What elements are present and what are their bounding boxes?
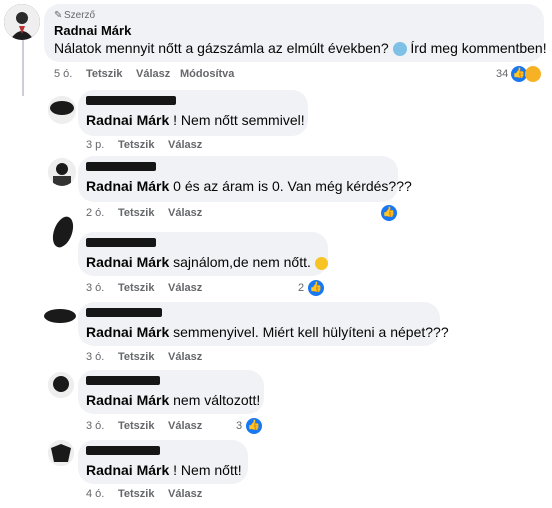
person-silhouette-icon xyxy=(52,216,74,248)
reply-time[interactable]: 3 ó. xyxy=(86,282,104,294)
reply-reply-button[interactable]: Válasz xyxy=(168,351,202,363)
reply-like-button[interactable]: Tetszik xyxy=(118,282,154,294)
redacted-name xyxy=(86,162,156,171)
person-silhouette-icon xyxy=(48,96,76,124)
reply-reply-button[interactable]: Válasz xyxy=(168,420,202,432)
reply-meta: 4 ó. Tetszik Válasz xyxy=(86,488,286,502)
sad-face-icon xyxy=(392,42,407,57)
reply-meta: 3 p. Tetszik Válasz xyxy=(86,139,286,153)
post-reaction-count: 34 xyxy=(496,68,509,80)
author-badge: ✎ Szerző xyxy=(54,10,96,21)
post-text: Nálatok mennyit nőtt a gázszámla az elmú… xyxy=(54,40,547,57)
reply-reply-button[interactable]: Válasz xyxy=(168,207,202,219)
commenter-avatar[interactable] xyxy=(48,96,76,124)
post-bubble: ✎ Szerző Radnai Márk Nálatok mennyit nőtt… xyxy=(44,4,547,62)
redacted-name xyxy=(86,96,176,105)
post-like-button[interactable]: Tetszik xyxy=(86,68,122,80)
thread-line xyxy=(22,36,24,96)
redacted-name xyxy=(86,376,160,385)
reply-meta: 3 ó. Tetszik Válasz 3 👍 xyxy=(86,418,286,436)
reply-reaction-count: 3 xyxy=(236,420,243,432)
mention-link[interactable]: Radnai Márk xyxy=(86,392,169,408)
reply-time[interactable]: 4 ó. xyxy=(86,488,104,500)
reply-text: Radnai Márk 0 és az áram is 0. Van még k… xyxy=(86,178,412,194)
pencil-icon: ✎ xyxy=(54,10,63,21)
reply-reply-button[interactable]: Válasz xyxy=(168,139,202,151)
reply-reaction-count: 2 xyxy=(298,282,305,294)
author-avatar[interactable] xyxy=(4,4,40,40)
reply-bubble: Radnai Márk nem változott! xyxy=(78,370,264,414)
mention-link[interactable]: Radnai Márk xyxy=(86,112,169,128)
reply-reply-button[interactable]: Válasz xyxy=(168,282,202,294)
post-time[interactable]: 5 ó. xyxy=(54,68,72,80)
reply-bubble: Radnai Márk semmenyivel. Miért kell hüly… xyxy=(78,302,449,346)
reply-bubble: Radnai Márk ! Nem nőtt! xyxy=(78,440,248,484)
commenter-avatar[interactable] xyxy=(48,372,74,398)
person-silhouette-icon xyxy=(4,4,40,40)
redacted-name xyxy=(86,308,162,317)
person-silhouette-icon xyxy=(48,372,74,398)
reply-like-button[interactable]: Tetszik xyxy=(118,488,154,500)
post-meta: 5 ó. Tetszik Válasz Módosítva 34 👍 xyxy=(54,66,544,84)
reply-like-button[interactable]: Tetszik xyxy=(118,351,154,363)
reply-meta: 3 ó. Tetszik Válasz xyxy=(86,351,286,365)
reply-meta: 3 ó. Tetszik Válasz 2 👍 xyxy=(86,280,336,298)
like-icon: 👍 xyxy=(246,418,262,434)
reply-bubble: Radnai Márk ! Nem nőtt semmivel! xyxy=(78,90,308,136)
reply-text: Radnai Márk sajnálom,de nem nőtt. xyxy=(86,254,328,270)
reply-bubble: Radnai Márk sajnálom,de nem nőtt. xyxy=(78,232,328,276)
reply-like-button[interactable]: Tetszik xyxy=(118,207,154,219)
mention-link[interactable]: Radnai Márk xyxy=(86,462,169,478)
reply-meta: 2 ó. Tetszik Válasz 👍 xyxy=(86,205,406,223)
haha-icon xyxy=(525,66,541,82)
mention-link[interactable]: Radnai Márk xyxy=(86,178,169,194)
smile-face-icon xyxy=(314,256,328,270)
mention-link[interactable]: Radnai Márk xyxy=(86,324,169,340)
reply-time[interactable]: 2 ó. xyxy=(86,207,104,219)
redacted-name xyxy=(86,446,160,455)
reply-time[interactable]: 3 ó. xyxy=(86,420,104,432)
person-silhouette-icon xyxy=(48,158,76,186)
like-icon: 👍 xyxy=(381,205,397,221)
person-silhouette-icon xyxy=(48,440,74,466)
commenter-avatar[interactable] xyxy=(48,440,74,466)
commenter-avatar[interactable] xyxy=(48,214,78,250)
like-icon: 👍 xyxy=(308,280,324,296)
reply-bubble: Radnai Márk 0 és az áram is 0. Van még k… xyxy=(78,156,412,202)
reply-text: Radnai Márk semmenyivel. Miért kell hüly… xyxy=(86,324,449,340)
reply-text: Radnai Márk nem változott! xyxy=(86,392,261,408)
person-silhouette-icon xyxy=(44,309,76,323)
reply-reply-button[interactable]: Válasz xyxy=(168,488,202,500)
reply-time[interactable]: 3 p. xyxy=(86,139,104,151)
post-reply-button[interactable]: Válasz xyxy=(136,68,170,80)
commenter-avatar[interactable] xyxy=(42,304,78,328)
reply-time[interactable]: 3 ó. xyxy=(86,351,104,363)
post-edited-label: Módosítva xyxy=(180,68,235,80)
post-author[interactable]: Radnai Márk xyxy=(54,23,131,38)
reply-text: Radnai Márk ! Nem nőtt! xyxy=(86,462,242,478)
reply-like-button[interactable]: Tetszik xyxy=(118,420,154,432)
commenter-avatar[interactable] xyxy=(48,158,76,186)
redacted-name xyxy=(86,238,156,247)
mention-link[interactable]: Radnai Márk xyxy=(86,254,169,270)
reply-text: Radnai Márk ! Nem nőtt semmivel! xyxy=(86,112,305,128)
reply-like-button[interactable]: Tetszik xyxy=(118,139,154,151)
